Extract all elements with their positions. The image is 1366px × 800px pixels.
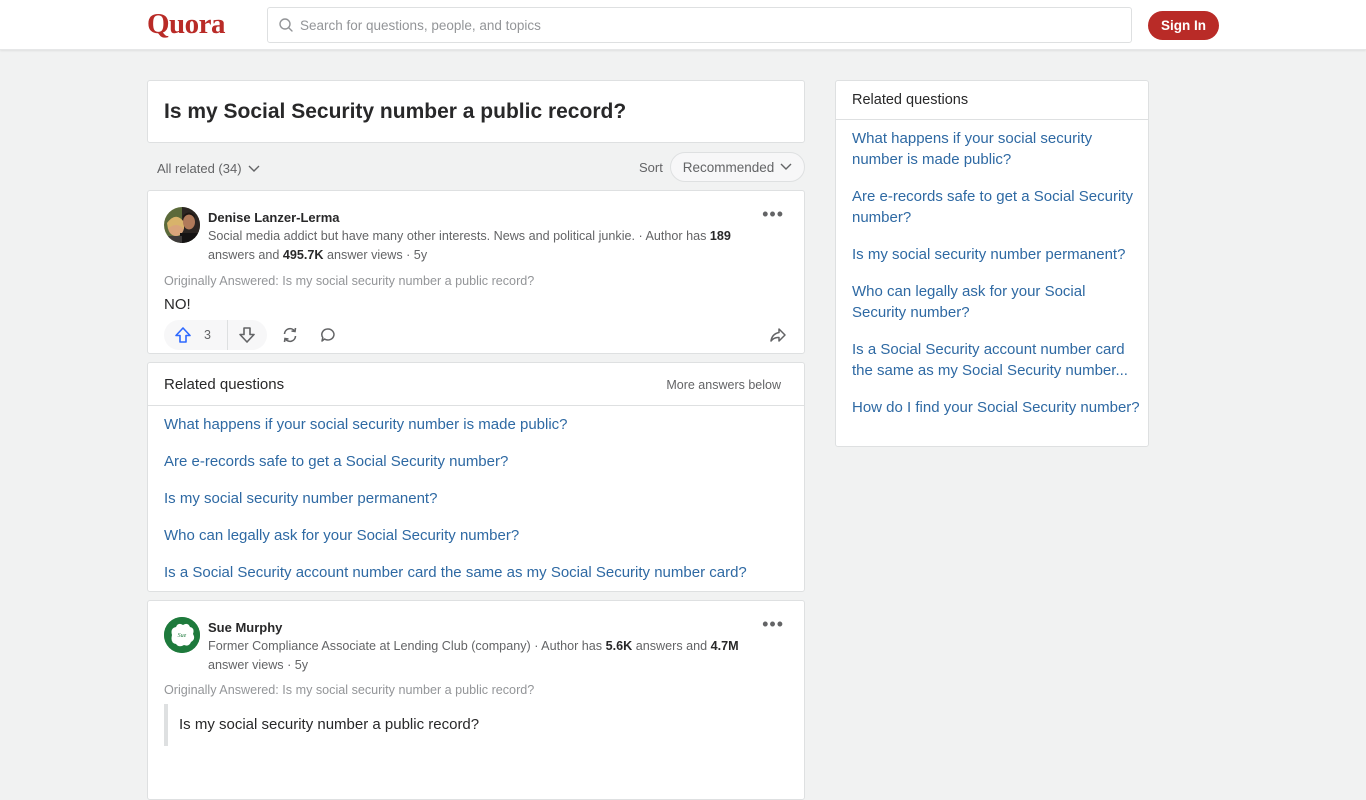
related-question-link[interactable]: Who can legally ask for your Social Secu… [164,527,519,544]
share-button[interactable] [769,326,787,344]
related-question-link[interactable]: Is my social security number permanent? [164,490,437,507]
vote-group: 3 [164,320,267,350]
sidebar-related-questions: Related questions What happens if your s… [835,80,1149,447]
avatar-text: Sue [178,633,187,639]
share-repost-button[interactable] [281,326,299,344]
credential-text: answers and [632,639,711,653]
related-questions-inline: Related questions More answers below Wha… [147,362,805,592]
views-count: 495.7K [282,248,324,262]
credential-text: answer views · 5y [323,248,428,262]
sidebar-question-link[interactable]: What happens if your social security num… [852,128,1142,170]
answer-card: Denise Lanzer-Lerma Social media addict … [147,190,805,354]
avatar-logo: Sue [164,617,200,653]
quora-logo[interactable]: Quora [147,8,226,41]
credential-text: Social media addict but have many other … [208,229,710,243]
answers-count: 189 [709,229,731,243]
credential-text: Former Compliance Associate at Lending C… [208,639,606,653]
answers-count: 5.6K [605,639,633,653]
sidebar-question-link[interactable]: Is my social security number permanent? [852,244,1142,265]
sidebar-question-link[interactable]: Who can legally ask for your Social Secu… [852,281,1142,323]
share-icon [770,328,786,342]
filter-bar: All related (34) Sort Recommended [147,152,805,184]
views-count: 4.7M [710,639,739,653]
related-question-link[interactable]: Are e-records safe to get a Social Secur… [164,453,508,470]
answer-actions: 3 [164,320,790,350]
search-icon [279,18,293,32]
author-name[interactable]: Sue Murphy [208,620,282,635]
sidebar-question-link[interactable]: How do I find your Social Security numbe… [852,397,1142,418]
more-answers-below: More answers below [666,378,781,392]
avatar[interactable]: Sue [164,617,200,653]
comment-icon [321,328,335,342]
chevron-down-icon [248,165,260,172]
search-box[interactable] [267,7,1132,43]
question-card: Is my Social Security number a public re… [147,80,805,143]
downvote-icon [239,327,255,343]
sort-dropdown[interactable]: Recommended [670,152,805,182]
all-related-label: All related (34) [157,161,242,176]
more-options-button[interactable]: ••• [762,204,784,225]
originally-answered[interactable]: Originally Answered: Is my social securi… [164,274,534,288]
repost-icon [283,327,297,343]
upvote-icon [175,327,191,343]
quoted-question: Is my social security number a public re… [179,716,480,733]
question-title: Is my Social Security number a public re… [164,100,627,123]
upvote-button[interactable]: 3 [164,320,228,350]
answer-body: NO! [164,296,191,313]
credential-text: answers and [208,248,283,262]
sidebar-question-link[interactable]: Are e-records safe to get a Social Secur… [852,186,1142,228]
sign-in-button[interactable]: Sign In [1148,11,1219,40]
author-credential: Social media addict but have many other … [208,227,768,265]
avatar-photo [164,207,200,243]
sort-value: Recommended [682,159,775,175]
top-bar: Quora Sign In [0,0,1366,50]
sidebar-question-link[interactable]: Is a Social Security account number card… [852,339,1142,381]
sidebar-header: Related questions [836,81,1148,120]
upvote-count: 3 [204,328,211,342]
more-options-button[interactable]: ••• [762,614,784,635]
sort-label: Sort [639,160,663,175]
related-question-link[interactable]: Is a Social Security account number card… [164,564,747,581]
related-title: Related questions [164,376,285,393]
credential-text: answer views · 5y [208,658,309,672]
author-name[interactable]: Denise Lanzer-Lerma [208,210,340,225]
quote-bar [164,704,168,746]
originally-answered[interactable]: Originally Answered: Is my social securi… [164,683,534,697]
avatar[interactable] [164,207,200,243]
author-credential: Former Compliance Associate at Lending C… [208,637,768,675]
downvote-button[interactable] [228,320,266,350]
sidebar-title: Related questions [852,92,969,108]
search-input[interactable] [300,17,1100,33]
related-header: Related questions More answers below [148,363,804,406]
all-related-dropdown[interactable]: All related (34) [157,161,260,176]
comment-button[interactable] [319,326,337,344]
related-question-link[interactable]: What happens if your social security num… [164,416,568,433]
answer-card: Sue Sue Murphy Former Compliance Associa… [147,600,805,800]
chevron-down-icon [780,163,792,170]
